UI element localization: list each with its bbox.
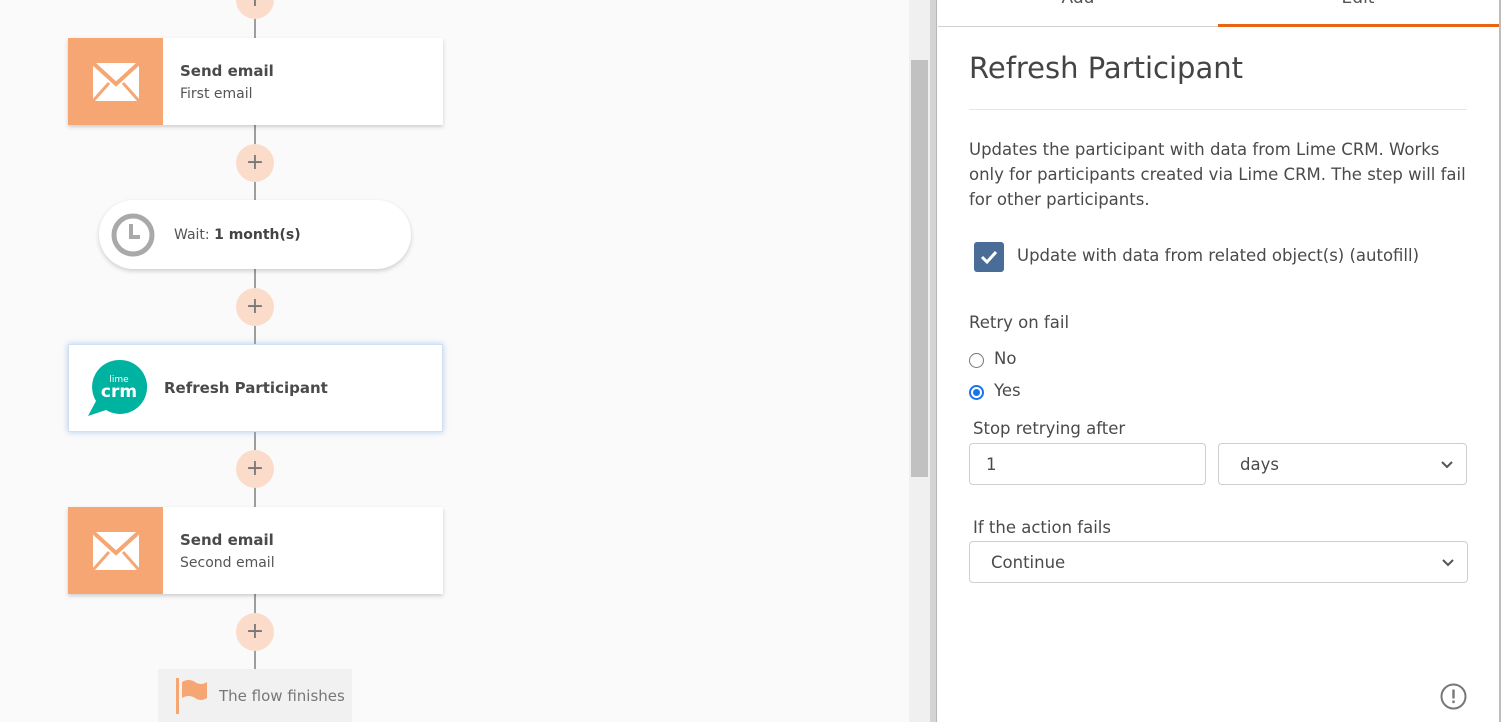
panel-title: Refresh Participant bbox=[969, 51, 1243, 85]
stop-retrying-unit-select[interactable]: days bbox=[1218, 443, 1467, 485]
on-fail-select[interactable]: Continue bbox=[969, 541, 1468, 583]
autofill-checkbox[interactable] bbox=[974, 242, 1004, 272]
on-fail-label: If the action fails bbox=[973, 518, 1111, 537]
send-email-step[interactable]: Send email Second email bbox=[68, 507, 443, 594]
retry-no-label[interactable]: No bbox=[994, 349, 1016, 368]
send-email-step[interactable]: Send email First email bbox=[68, 38, 443, 125]
canvas-scrollbar-thumb[interactable] bbox=[911, 60, 928, 477]
on-fail-value: Continue bbox=[991, 552, 1066, 572]
divider bbox=[969, 109, 1467, 110]
envelope-icon bbox=[68, 38, 163, 125]
envelope-icon bbox=[68, 507, 163, 594]
lime-crm-logo: lime crm bbox=[69, 345, 164, 431]
stop-retrying-value: 1 bbox=[986, 454, 997, 474]
add-step-button[interactable]: + bbox=[236, 613, 274, 651]
flow-canvas: + + + + + Send email First email Wait: 1… bbox=[0, 0, 910, 722]
plus-icon: + bbox=[245, 619, 265, 644]
active-tab-indicator bbox=[1218, 24, 1499, 27]
step-subtitle: First email bbox=[180, 85, 253, 102]
stop-retrying-unit: days bbox=[1240, 454, 1279, 474]
add-step-button[interactable]: + bbox=[236, 288, 274, 326]
step-subtitle: Second email bbox=[180, 554, 275, 571]
chevron-down-icon bbox=[1441, 461, 1453, 469]
stop-retrying-value-input[interactable]: 1 bbox=[969, 443, 1206, 485]
flow-finish: The flow finishes bbox=[158, 669, 352, 722]
flag-icon bbox=[176, 677, 207, 714]
alert-icon[interactable] bbox=[1440, 683, 1467, 710]
add-step-button[interactable]: + bbox=[236, 0, 274, 19]
step-title: Send email bbox=[180, 530, 274, 549]
panel-resize-handle[interactable] bbox=[930, 0, 937, 722]
panel-tabs: Add Edit bbox=[938, 0, 1499, 27]
plus-icon: + bbox=[245, 294, 265, 319]
wait-step[interactable]: Wait: 1 month(s) bbox=[99, 200, 411, 269]
finish-label: The flow finishes bbox=[219, 686, 345, 705]
retry-label: Retry on fail bbox=[969, 313, 1070, 332]
autofill-label[interactable]: Update with data from related object(s) … bbox=[1017, 246, 1419, 265]
checkmark-icon bbox=[980, 250, 998, 264]
edit-panel: Add Edit Refresh Participant Updates the… bbox=[938, 0, 1499, 722]
wait-label: Wait: bbox=[174, 226, 215, 243]
clock-icon bbox=[111, 213, 155, 256]
chevron-down-icon bbox=[1442, 559, 1454, 567]
plus-icon: + bbox=[245, 456, 265, 481]
plus-icon: + bbox=[245, 150, 265, 175]
retry-yes-radio[interactable] bbox=[969, 385, 984, 400]
add-step-button[interactable]: + bbox=[236, 144, 274, 182]
add-step-button[interactable]: + bbox=[236, 450, 274, 488]
stop-retrying-label: Stop retrying after bbox=[973, 419, 1126, 438]
step-title: Refresh Participant bbox=[164, 379, 328, 397]
step-description: Updates the participant with data from L… bbox=[969, 140, 1466, 209]
tab-add[interactable]: Add bbox=[938, 0, 1218, 15]
step-title: Send email bbox=[180, 61, 274, 80]
svg-text:crm: crm bbox=[100, 382, 136, 402]
tab-edit[interactable]: Edit bbox=[1218, 0, 1498, 15]
wait-value: 1 month(s) bbox=[214, 226, 301, 243]
plus-icon: + bbox=[246, 0, 264, 11]
refresh-participant-step[interactable]: lime crm Refresh Participant bbox=[68, 344, 443, 432]
retry-yes-label[interactable]: Yes bbox=[994, 381, 1021, 400]
retry-no-radio[interactable] bbox=[969, 353, 984, 368]
